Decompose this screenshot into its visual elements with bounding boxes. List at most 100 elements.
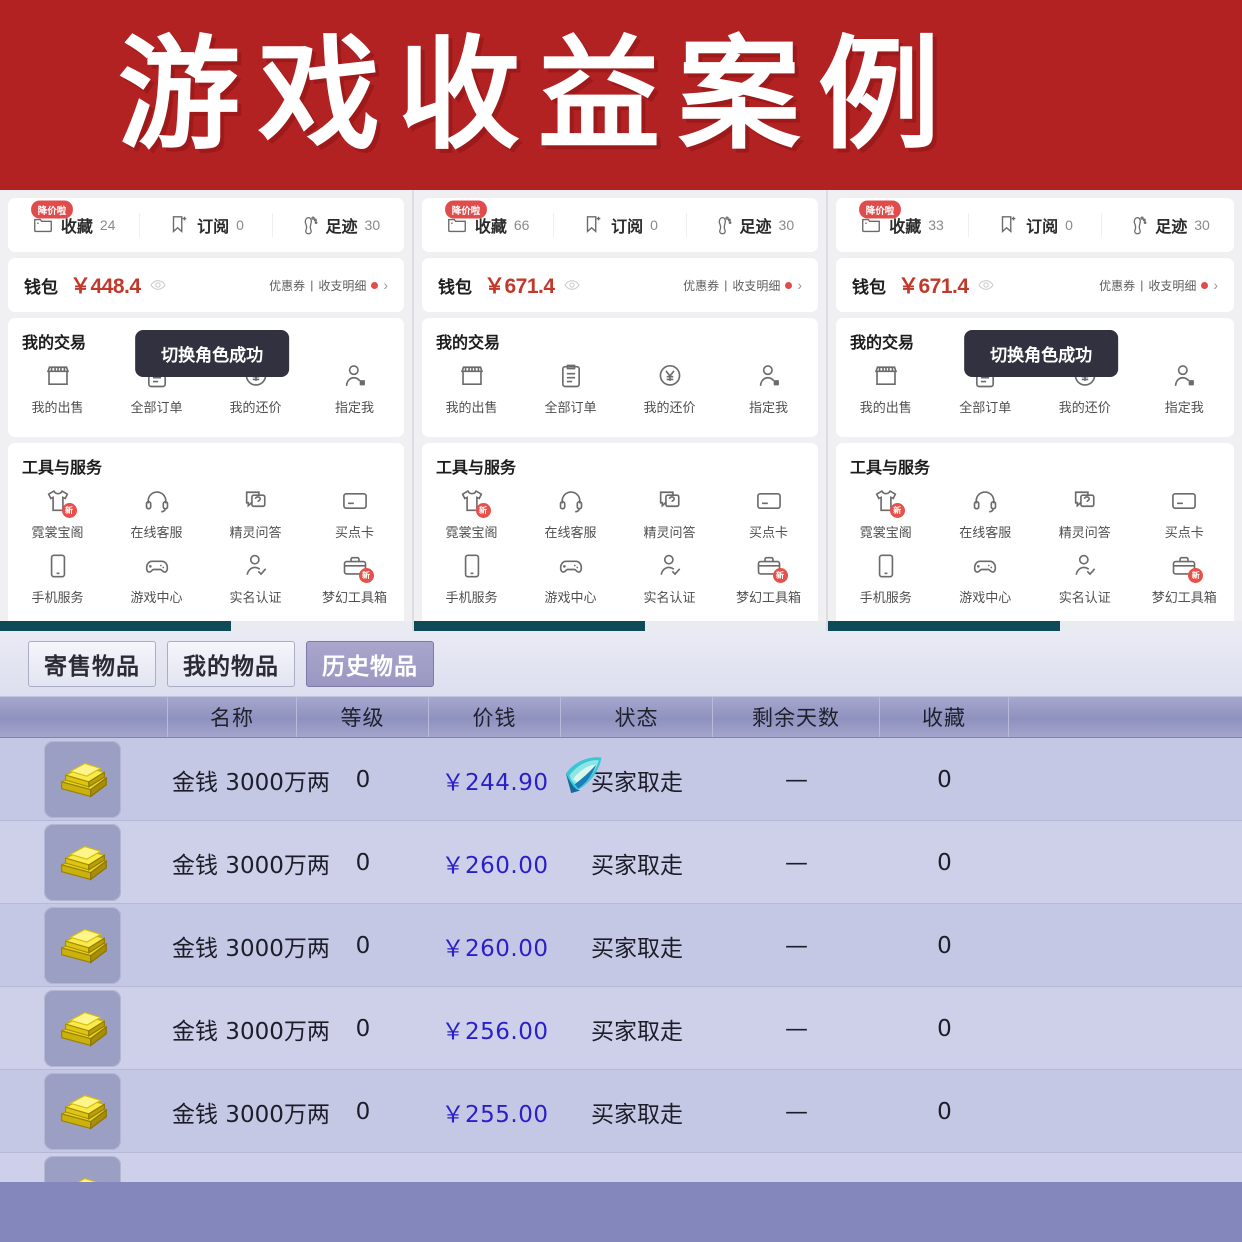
tool-item-label: 实名认证 (1059, 587, 1111, 606)
tool-item-3[interactable]: 买点卡 (719, 487, 818, 541)
trade-item-3[interactable]: 指定我 (305, 362, 404, 416)
stat-folder[interactable]: 降价啦收藏66 (422, 213, 554, 237)
tool-item-3[interactable]: 买点卡 (305, 487, 404, 541)
table-row[interactable]: 金钱 3000万两0￥255.00买家取走—0 (0, 1070, 1242, 1153)
tool-item-5[interactable]: 游戏中心 (107, 552, 206, 606)
tab-1[interactable]: 我的物品 (167, 641, 295, 687)
tshirt-icon: 新 (44, 487, 72, 515)
question-bubble-icon (1071, 487, 1099, 515)
table-row[interactable]: 金钱 3000万两0￥260.00买家取走—0 (0, 904, 1242, 987)
column-header-4[interactable]: 状态 (561, 697, 713, 737)
column-header-5[interactable]: 剩余天数 (713, 697, 880, 737)
column-header-2[interactable]: 等级 (297, 697, 429, 737)
phone-icon (44, 552, 72, 580)
table-row[interactable]: 金钱 3000万两0￥260.00买家取走—0 (0, 821, 1242, 904)
trade-item-2[interactable]: 我的还价 (620, 362, 719, 416)
person-tag-icon (1170, 362, 1198, 390)
gold-bars-icon (44, 1073, 121, 1150)
tool-item-4[interactable]: 手机服务 (836, 552, 936, 606)
tool-item-1[interactable]: 在线客服 (107, 487, 206, 541)
tool-item-6[interactable]: 实名认证 (1035, 552, 1135, 606)
trade-item-0[interactable]: 我的出售 (836, 362, 936, 416)
stat-footprint[interactable]: 足迹30 (687, 213, 818, 237)
tool-item-5[interactable]: 游戏中心 (936, 552, 1036, 606)
wallet-label: 钱包 (852, 273, 886, 298)
stat-bookmark-plus[interactable]: 订阅0 (140, 213, 272, 237)
column-header-1[interactable]: 名称 (168, 697, 297, 737)
tab-2[interactable]: 历史物品 (306, 641, 434, 687)
eye-icon[interactable] (564, 277, 580, 293)
tool-item-7[interactable]: 新 梦幻工具箱 (1135, 552, 1235, 606)
table-body: 金钱 3000万两0￥244.90买家取走—0 金钱 3000万两0￥260.0… (0, 738, 1242, 1236)
trade-item-label: 我的出售 (31, 397, 83, 416)
tool-item-6[interactable]: 实名认证 (206, 552, 305, 606)
tool-item-label: 梦幻工具箱 (322, 587, 387, 606)
item-icon-cell (0, 738, 168, 821)
gamepad-icon (143, 552, 171, 580)
tool-item-label: 手机服务 (860, 587, 912, 606)
trade-item-0[interactable]: 我的出售 (422, 362, 521, 416)
gold-bars-icon (44, 907, 121, 984)
tshirt-icon: 新 (872, 487, 900, 515)
wallet-card[interactable]: 钱包￥671.4 优惠券 | 收支明细 › (836, 258, 1234, 312)
wallet-card[interactable]: 钱包￥448.4 优惠券 | 收支明细 › (8, 258, 404, 312)
tool-item-1[interactable]: 在线客服 (936, 487, 1036, 541)
stat-footprint[interactable]: 足迹30 (1102, 213, 1234, 237)
phone-icon (872, 552, 900, 580)
column-header-6[interactable]: 收藏 (880, 697, 1009, 737)
tool-item-2[interactable]: 精灵问答 (1035, 487, 1135, 541)
my-trade-section: 我的交易 我的出售 全部订单 我的还价 指定我 (422, 318, 818, 437)
chevron-right-icon[interactable]: › (1213, 277, 1218, 293)
transaction-detail-link[interactable]: 收支明细 (732, 277, 780, 294)
chevron-right-icon[interactable]: › (383, 277, 388, 293)
bookmark-plus-icon (582, 214, 604, 236)
chevron-right-icon[interactable]: › (797, 277, 802, 293)
tool-item-2[interactable]: 精灵问答 (206, 487, 305, 541)
question-bubble-icon (656, 487, 684, 515)
coupon-link[interactable]: 优惠券 (1099, 277, 1135, 294)
tool-item-4[interactable]: 手机服务 (422, 552, 521, 606)
tool-item-4[interactable]: 手机服务 (8, 552, 107, 606)
tab-0[interactable]: 寄售物品 (28, 641, 156, 687)
tool-item-5[interactable]: 游戏中心 (521, 552, 620, 606)
bookmark-plus-icon (997, 214, 1019, 236)
trade-item-3[interactable]: 指定我 (1135, 362, 1235, 416)
tool-item-1[interactable]: 在线客服 (521, 487, 620, 541)
stat-bookmark-plus[interactable]: 订阅0 (969, 213, 1102, 237)
stat-folder[interactable]: 降价啦收藏33 (836, 213, 969, 237)
tool-item-0[interactable]: 新 霓裳宝阁 (422, 487, 521, 541)
stat-footprint[interactable]: 足迹30 (273, 213, 404, 237)
app-panel-2: 降价啦收藏66订阅0足迹30 钱包￥671.4 优惠券 | 收支明细 › 我的交易… (414, 190, 828, 631)
trade-item-label: 我的出售 (860, 397, 912, 416)
tool-item-7[interactable]: 新 梦幻工具箱 (305, 552, 404, 606)
tool-item-6[interactable]: 实名认证 (620, 552, 719, 606)
stats-card: 降价啦收藏24订阅0足迹30 (8, 198, 404, 252)
trade-item-3[interactable]: 指定我 (719, 362, 818, 416)
tool-item-7[interactable]: 新 梦幻工具箱 (719, 552, 818, 606)
table-row[interactable]: 金钱 3000万两0￥256.00买家取走—0 (0, 987, 1242, 1070)
eye-icon[interactable] (978, 277, 994, 293)
column-header-0[interactable] (0, 697, 168, 737)
eye-icon[interactable] (150, 277, 166, 293)
tool-item-0[interactable]: 新 霓裳宝阁 (8, 487, 107, 541)
transaction-detail-link[interactable]: 收支明细 (1148, 277, 1196, 294)
item-days-left: — (713, 821, 880, 904)
tool-item-0[interactable]: 新 霓裳宝阁 (836, 487, 936, 541)
stat-value: 30 (1194, 217, 1210, 233)
stat-bookmark-plus[interactable]: 订阅0 (554, 213, 686, 237)
item-name: 金钱 3000万两 (168, 904, 297, 987)
table-row[interactable]: 金钱 3000万两0￥244.90买家取走—0 (0, 738, 1242, 821)
stat-folder[interactable]: 降价啦收藏24 (8, 213, 140, 237)
wallet-card[interactable]: 钱包￥671.4 优惠券 | 收支明细 › (422, 258, 818, 312)
tool-item-3[interactable]: 买点卡 (1135, 487, 1235, 541)
coupon-link[interactable]: 优惠券 (683, 277, 719, 294)
item-price: ￥255.00 (429, 1070, 561, 1153)
transaction-detail-link[interactable]: 收支明细 (318, 277, 366, 294)
trade-item-1[interactable]: 全部订单 (521, 362, 620, 416)
trade-item-label: 全部订单 (130, 397, 182, 416)
coupon-link[interactable]: 优惠券 (269, 277, 305, 294)
column-header-7[interactable] (1009, 697, 1242, 737)
column-header-3[interactable]: 价钱 (429, 697, 561, 737)
tool-item-2[interactable]: 精灵问答 (620, 487, 719, 541)
trade-item-0[interactable]: 我的出售 (8, 362, 107, 416)
